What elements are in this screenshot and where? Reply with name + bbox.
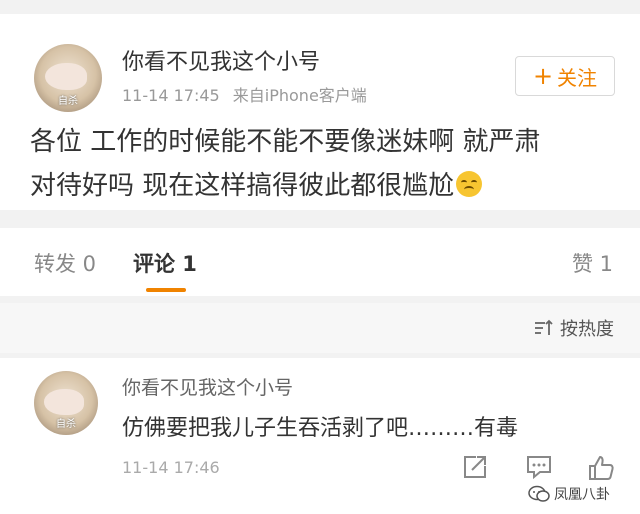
post-source: 来自iPhone客户端 <box>232 86 367 105</box>
comment-avatar[interactable]: 自杀 <box>34 371 98 435</box>
thumbs-up-icon[interactable] <box>587 454 615 482</box>
post-text-line2-row: 对待好吗 现在这样搞得彼此都很尴尬 <box>30 164 620 208</box>
comment-text: 仿佛要把我儿子生吞活剥了吧………有毒 <box>122 416 519 441</box>
sort-label: 按热度 <box>560 319 614 340</box>
post-text: 各位 工作的时候能不能不要像迷妹啊 就严肃 对待好吗 现在这样搞得彼此都很尴尬 <box>30 120 620 208</box>
sort-bar: 按热度 <box>0 303 640 353</box>
follow-button[interactable]: + 关注 <box>515 56 615 96</box>
weibo-post: 自杀 你看不见我这个小号 11-14 17:45 来自iPhone客户端 + 关… <box>0 14 640 210</box>
sort-by-hot-button[interactable]: 按热度 <box>534 315 614 341</box>
comment-time: 11-14 17:46 <box>122 458 220 477</box>
avatar-watermark: 自杀 <box>58 95 78 107</box>
post-avatar[interactable]: 自杀 <box>34 44 102 112</box>
upside-down-face-emoji-icon <box>456 171 483 197</box>
follow-label: 关注 <box>557 65 598 90</box>
top-strip <box>0 0 640 14</box>
watermark: 凤凰八卦 <box>528 484 610 504</box>
share-icon[interactable] <box>462 454 488 480</box>
post-text-line2: 对待好吗 现在这样搞得彼此都很尴尬 <box>30 171 455 201</box>
post-username[interactable]: 你看不见我这个小号 <box>122 44 320 76</box>
sort-icon <box>535 319 553 335</box>
avatar-watermark: 自杀 <box>56 418 76 430</box>
tab-comments[interactable]: 评论 1 <box>133 248 197 278</box>
reply-comment-icon[interactable] <box>525 454 553 480</box>
watermark-text: 凤凰八卦 <box>554 487 610 503</box>
wechat-icon <box>528 485 550 502</box>
comment-item: 自杀 你看不见我这个小号 仿佛要把我儿子生吞活剥了吧………有毒 11-14 17… <box>0 358 640 514</box>
post-meta: 11-14 17:45 来自iPhone客户端 <box>122 82 367 106</box>
pig-image <box>44 63 88 91</box>
tab-bar: 转发 0 评论 1 赞 1 <box>0 228 640 296</box>
comment-username[interactable]: 你看不见我这个小号 <box>122 373 293 400</box>
tab-repost[interactable]: 转发 0 <box>34 248 96 278</box>
post-text-line1: 各位 工作的时候能不能不要像迷妹啊 就严肃 <box>30 127 541 157</box>
pig-image <box>44 388 84 415</box>
post-time: 11-14 17:45 <box>122 86 220 105</box>
active-tab-indicator <box>146 288 186 292</box>
tab-likes[interactable]: 赞 1 <box>572 248 613 278</box>
plus-icon: + <box>532 62 554 90</box>
